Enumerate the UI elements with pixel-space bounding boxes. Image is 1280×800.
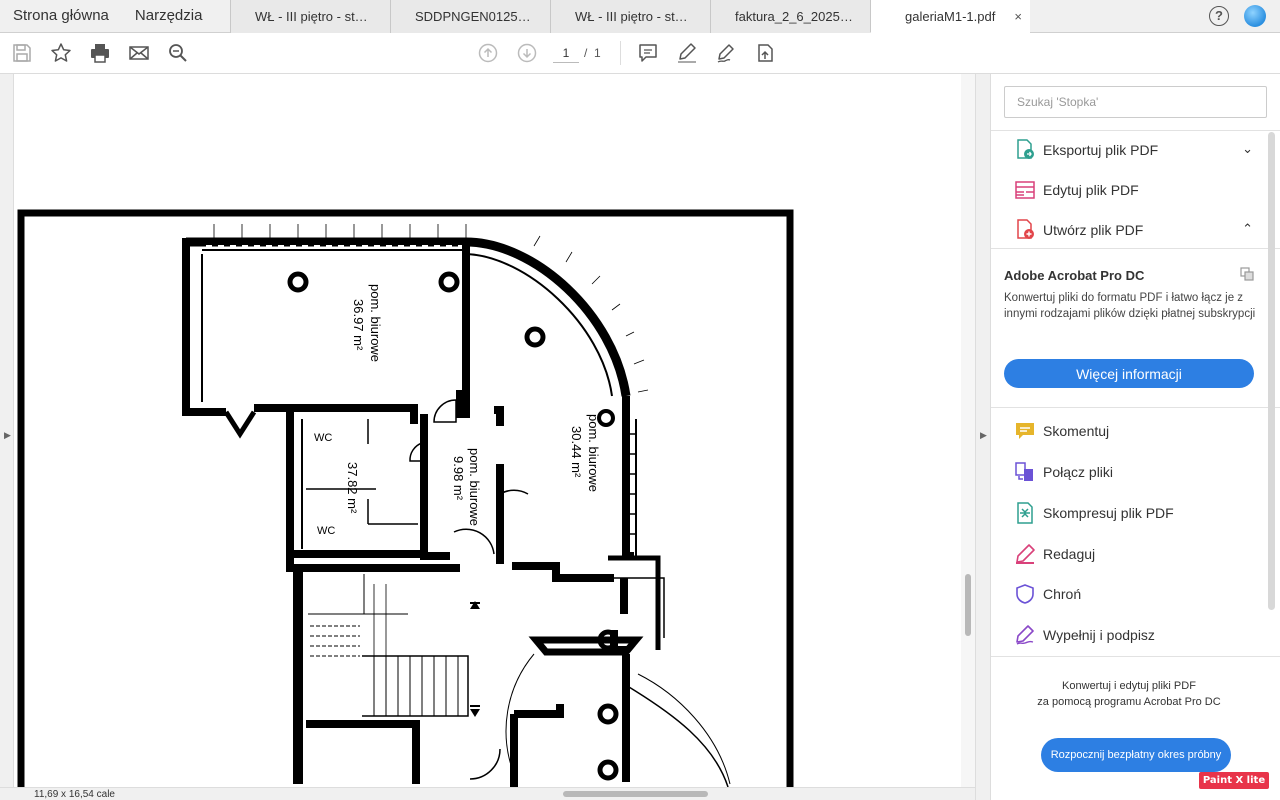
nav-home[interactable]: Strona główna (0, 0, 122, 32)
scroll-thumb[interactable] (1268, 132, 1275, 610)
compress-icon (1013, 501, 1037, 525)
room2-name: pom. biurowe (586, 414, 601, 492)
tool-compress[interactable]: Skompresuj plik PDF (991, 493, 1267, 533)
wc-label: WC (314, 432, 332, 444)
tool-protect[interactable]: Chroń (991, 574, 1267, 614)
promo-line: Konwertuj i edytuj pliki PDF (1062, 680, 1196, 692)
document-tab[interactable]: WŁ - III piętro - st… (550, 0, 710, 33)
divider (991, 656, 1280, 657)
comment-icon (1013, 419, 1037, 443)
highlight-pen-icon[interactable] (675, 41, 699, 65)
close-icon[interactable]: × (1014, 0, 1022, 32)
document-tab[interactable]: faktura_2_6_2025… (710, 0, 870, 33)
free-trial-button[interactable]: Rozpocznij bezpłatny okres próbny (1041, 738, 1231, 772)
page-number-input[interactable] (553, 43, 579, 63)
document-tab[interactable]: SDDPNGEN0125… (390, 0, 550, 33)
room1-name: pom. biurowe (368, 284, 383, 362)
divider (991, 248, 1280, 249)
tool-label: Edytuj plik PDF (1043, 182, 1139, 198)
nav-tools[interactable]: Narzędzia (122, 0, 216, 32)
tools-pane: Eksportuj plik PDF ⌄ Edytuj plik PDF Utw… (991, 74, 1280, 800)
promo-line: za pomocą programu Acrobat Pro DC (1037, 696, 1221, 708)
wc-label: WC (317, 525, 335, 537)
save-icon[interactable] (10, 41, 34, 65)
share-icon[interactable] (753, 41, 777, 65)
toolbar-divider (620, 41, 621, 65)
tool-label: Wypełnij i podpisz (1043, 627, 1155, 643)
help-icon[interactable]: ? (1209, 6, 1229, 26)
search-icon[interactable] (166, 41, 190, 65)
right-pane-toggle[interactable]: ▶ (975, 74, 991, 800)
bottom-promo-text: Konwertuj i edytuj pliki PDF za pomocą p… (991, 678, 1267, 710)
redact-icon (1013, 542, 1037, 566)
page-separator: / (584, 46, 588, 60)
floor-plan: pom. biurowe 36.97 m² pom. biurowe 30.44… (17, 209, 794, 787)
pdf-page[interactable]: pom. biurowe 36.97 m² pom. biurowe 30.44… (14, 74, 961, 787)
tool-create-pdf[interactable]: Utwórz plik PDF ⌃ (991, 210, 1267, 250)
status-bar: 11,69 x 16,54 cale (0, 787, 975, 800)
room2-area: 30.44 m² (569, 426, 584, 478)
tool-comment[interactable]: Skomentuj (991, 411, 1267, 451)
print-icon[interactable] (88, 41, 112, 65)
star-icon[interactable] (49, 41, 73, 65)
tool-label: Skompresuj plik PDF (1043, 505, 1174, 521)
sign-icon[interactable] (714, 41, 738, 65)
tool-label: Połącz pliki (1043, 464, 1114, 480)
tool-fill-sign[interactable]: Wypełnij i podpisz (991, 615, 1267, 655)
document-tab-active[interactable]: galeriaM1-1.pdf × (870, 0, 1030, 33)
room3-name: pom. biurowe (467, 448, 482, 526)
left-pane-toggle[interactable]: ▶ (0, 74, 14, 800)
previous-page-icon[interactable] (476, 41, 500, 65)
tool-combine[interactable]: Połącz pliki (991, 452, 1267, 492)
tool-label: Eksportuj plik PDF (1043, 142, 1159, 158)
document-tab[interactable]: WŁ - III piętro - st… (230, 0, 390, 33)
tab-label: WŁ - III piętro - st… (255, 9, 368, 24)
tool-label: Redaguj (1043, 546, 1096, 562)
next-page-icon[interactable] (515, 41, 539, 65)
watermark-badge: Paint X lite (1199, 772, 1269, 789)
combine-files-icon (1013, 460, 1037, 484)
tools-scrollbar[interactable] (1267, 132, 1276, 712)
export-pdf-icon (1013, 138, 1037, 162)
tab-label: faktura_2_6_2025… (735, 9, 853, 24)
divider (991, 407, 1280, 408)
account-icon[interactable] (1244, 5, 1266, 27)
toolbar: / 1 (0, 33, 1280, 74)
document-vertical-scrollbar[interactable] (961, 74, 975, 787)
tool-redact[interactable]: Redaguj (991, 534, 1267, 574)
wc-area: 37.82 m² (345, 462, 360, 514)
shield-icon (1013, 582, 1037, 606)
promo-title: Adobe Acrobat Pro DC (1004, 268, 1145, 283)
create-pdf-icon (1013, 218, 1037, 242)
more-info-button[interactable]: Więcej informacji (1004, 359, 1254, 388)
comment-icon[interactable] (636, 41, 660, 65)
chevron-right-icon: ▶ (4, 430, 11, 440)
tools-search-input[interactable] (1004, 86, 1267, 118)
tool-edit-pdf[interactable]: Edytuj plik PDF (991, 170, 1267, 210)
room3-area: 9.98 m² (451, 456, 466, 501)
copy-icon[interactable] (1239, 266, 1255, 282)
tab-label: galeriaM1-1.pdf (905, 9, 996, 24)
tool-export-pdf[interactable]: Eksportuj plik PDF ⌄ (991, 130, 1267, 170)
tab-label: WŁ - III piętro - st… (575, 9, 688, 24)
chevron-up-icon[interactable]: ⌃ (1242, 221, 1253, 237)
horizontal-scroll-thumb[interactable] (563, 791, 708, 797)
edit-pdf-icon (1013, 178, 1037, 202)
fill-sign-icon (1013, 623, 1037, 647)
scroll-thumb[interactable] (965, 574, 971, 636)
promo-text: Konwertuj pliki do formatu PDF i łatwo ł… (1004, 292, 1256, 320)
tool-label: Chroń (1043, 586, 1082, 602)
tool-label: Skomentuj (1043, 423, 1110, 439)
tool-label: Utwórz plik PDF (1043, 222, 1144, 238)
mail-icon[interactable] (127, 41, 151, 65)
room1-area: 36.97 m² (351, 299, 366, 351)
page-size-label: 11,69 x 16,54 cale (34, 789, 115, 800)
chevron-down-icon[interactable]: ⌄ (1242, 141, 1253, 157)
chevron-right-icon: ▶ (980, 430, 987, 440)
page-total: 1 (594, 46, 601, 60)
tab-label: SDDPNGEN0125… (415, 9, 531, 24)
